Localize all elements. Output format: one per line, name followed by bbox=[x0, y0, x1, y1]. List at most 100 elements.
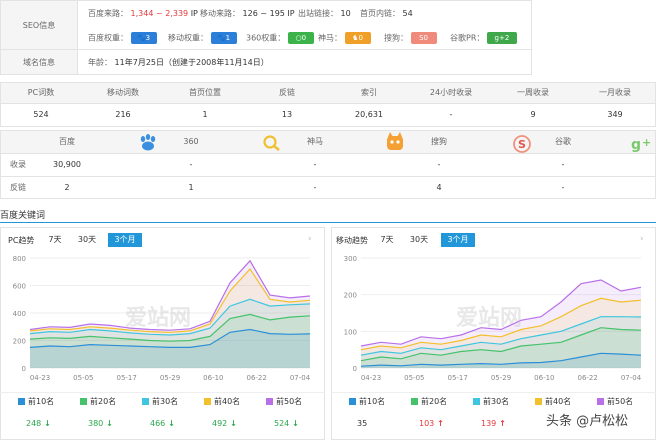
domain-age-label: 年龄： bbox=[88, 58, 112, 67]
legend-item[interactable]: 前50名 bbox=[597, 396, 633, 408]
svg-text:+: + bbox=[642, 136, 651, 149]
y-tick-label: 0 bbox=[353, 365, 357, 373]
arrow-down-icon: ↓ bbox=[165, 419, 175, 428]
pc-tab-30d[interactable]: 30天 bbox=[74, 233, 100, 247]
legend-label: 前20名 bbox=[421, 397, 448, 406]
mobile-weight-badge[interactable]: 🐾1 bbox=[210, 32, 237, 44]
legend-swatch bbox=[411, 398, 418, 405]
baidu-traffic-unit: IP bbox=[190, 9, 198, 18]
outlinks-label: 出站链接： bbox=[298, 9, 338, 18]
domain-label: 域名信息 bbox=[23, 58, 55, 67]
engine-row-label: 反链 bbox=[10, 183, 26, 192]
stats-value-cell[interactable]: 216 bbox=[82, 104, 164, 126]
baidu-weight-label: 百度权重： bbox=[88, 33, 128, 43]
stats-value-cell[interactable]: 13 bbox=[246, 104, 328, 126]
legend-value: 35 bbox=[357, 419, 368, 428]
engine-header-cell: 360 bbox=[183, 137, 199, 146]
svg-text:S: S bbox=[518, 138, 526, 151]
arrow-up-icon: ↑ bbox=[434, 419, 444, 428]
stats-header-cell: PC词数 bbox=[27, 88, 55, 97]
engine-value-cell[interactable]: - bbox=[284, 154, 346, 176]
legend-label: 前50名 bbox=[276, 397, 303, 406]
domain-label-cell: 域名信息 bbox=[0, 49, 78, 75]
pc-tab-7d[interactable]: 7天 bbox=[44, 233, 66, 247]
legend-label: 前20名 bbox=[90, 397, 117, 406]
engine-value-cell[interactable]: - bbox=[284, 177, 346, 199]
engine-value-cell[interactable]: - bbox=[532, 177, 594, 199]
legend-swatch bbox=[204, 398, 211, 405]
shenma-badge[interactable]: ♞0 bbox=[344, 32, 371, 44]
legend-item[interactable]: 前30名 bbox=[473, 396, 509, 408]
engine-value-cell[interactable]: 4 bbox=[408, 177, 470, 199]
legend-swatch bbox=[80, 398, 87, 405]
shenma-label: 神马： bbox=[318, 33, 342, 43]
sogou-value: 0 bbox=[423, 34, 428, 42]
mobile-tab-3m[interactable]: 3个月 bbox=[441, 233, 475, 247]
mobile-watermark: 爱站网 bbox=[456, 306, 523, 331]
arrow-down-icon: ↓ bbox=[41, 419, 51, 428]
inlinks-value[interactable]: 54 bbox=[403, 9, 413, 18]
legend-item[interactable]: 前40名 bbox=[204, 396, 240, 408]
stats-value-cell[interactable]: 1 bbox=[164, 104, 246, 126]
stats-value-cell[interactable]: - bbox=[410, 104, 492, 126]
legend-swatch bbox=[597, 398, 604, 405]
y-tick-label: 0 bbox=[22, 365, 26, 373]
baidu-weight-badge[interactable]: 🐾3 bbox=[130, 32, 157, 44]
mobile-traffic-value[interactable]: 126 ~ 195 IP bbox=[243, 9, 295, 18]
engine-row-label: 收录 bbox=[10, 160, 26, 169]
engine-value-cell[interactable]: - bbox=[532, 154, 594, 176]
legend-item[interactable]: 前50名 bbox=[266, 396, 302, 408]
seo-label: SEO信息 bbox=[22, 21, 56, 30]
y-tick-label: 100 bbox=[344, 328, 357, 336]
engine-value-cell[interactable]: 1 bbox=[160, 177, 222, 199]
engine-value-cell[interactable]: - bbox=[160, 154, 222, 176]
legend-item[interactable]: 前10名 bbox=[349, 396, 385, 408]
domain-age-value: 11年7月25日（创建于2008年11月14日） bbox=[114, 58, 269, 67]
mobile-tab-30d[interactable]: 30天 bbox=[406, 233, 432, 247]
pc-chevron-right-icon[interactable]: › bbox=[308, 234, 318, 244]
stats-header-cell: 反链 bbox=[279, 88, 295, 97]
seo-label-cell: SEO信息 bbox=[0, 0, 78, 50]
mobile-legend-divider bbox=[331, 392, 656, 393]
pc-watermark: 爱站网 bbox=[125, 306, 192, 331]
legend-value: 492 ↓ bbox=[212, 419, 237, 428]
legend-item[interactable]: 前30名 bbox=[142, 396, 178, 408]
arrow-down-icon: ↓ bbox=[289, 419, 299, 428]
footer-watermark: 头条 @卢松松 bbox=[543, 409, 632, 430]
stats-value-cell[interactable]: 524 bbox=[0, 104, 82, 126]
legend-swatch bbox=[535, 398, 542, 405]
legend-item[interactable]: 前20名 bbox=[80, 396, 116, 408]
legend-swatch bbox=[349, 398, 356, 405]
legend-item[interactable]: 前40名 bbox=[535, 396, 571, 408]
legend-value: 466 ↓ bbox=[150, 419, 175, 428]
pc-tab-3m[interactable]: 3个月 bbox=[108, 233, 142, 247]
stats-value-cell[interactable]: 349 bbox=[574, 104, 656, 126]
engine-value-cell[interactable]: - bbox=[408, 154, 470, 176]
engine-value-cell[interactable]: 30,900 bbox=[36, 154, 98, 176]
stats-value-cell[interactable]: 9 bbox=[492, 104, 574, 126]
y-tick-label: 800 bbox=[13, 255, 26, 263]
shenma-horse-icon bbox=[384, 132, 406, 152]
legend-item[interactable]: 前20名 bbox=[411, 396, 447, 408]
x-tick-label: 05-29 bbox=[160, 374, 180, 382]
stats-value-cell[interactable]: 20,631 bbox=[328, 104, 410, 126]
baidu-traffic-value[interactable]: 1,344 ~ 2,339 bbox=[131, 9, 189, 18]
legend-value: 248 ↓ bbox=[26, 419, 51, 428]
x-tick-label: 06-10 bbox=[203, 374, 223, 382]
engine-value-cell[interactable]: 2 bbox=[36, 177, 98, 199]
outlinks-value[interactable]: 10 bbox=[341, 9, 351, 18]
legend-label: 前40名 bbox=[545, 397, 572, 406]
mobile-trend-title: 移动趋势 bbox=[336, 236, 368, 245]
legend-item[interactable]: 前10名 bbox=[18, 396, 54, 408]
mobile-tab-7d[interactable]: 7天 bbox=[376, 233, 398, 247]
sogou-badge[interactable]: S0 bbox=[410, 32, 437, 44]
w360-badge[interactable]: ○0 bbox=[287, 32, 314, 44]
arrow-down-icon: ↓ bbox=[227, 419, 237, 428]
legend-label: 前30名 bbox=[152, 397, 179, 406]
w360-label: 360权重： bbox=[246, 33, 286, 43]
mobile-chevron-right-icon[interactable]: › bbox=[640, 234, 650, 244]
mobile-traffic-label: 移动来路： bbox=[200, 9, 240, 18]
stats-header-cell: 一月收录 bbox=[599, 88, 631, 97]
paw-icon: 🐾 bbox=[216, 34, 226, 42]
google-badge[interactable]: g+2 bbox=[486, 32, 517, 44]
